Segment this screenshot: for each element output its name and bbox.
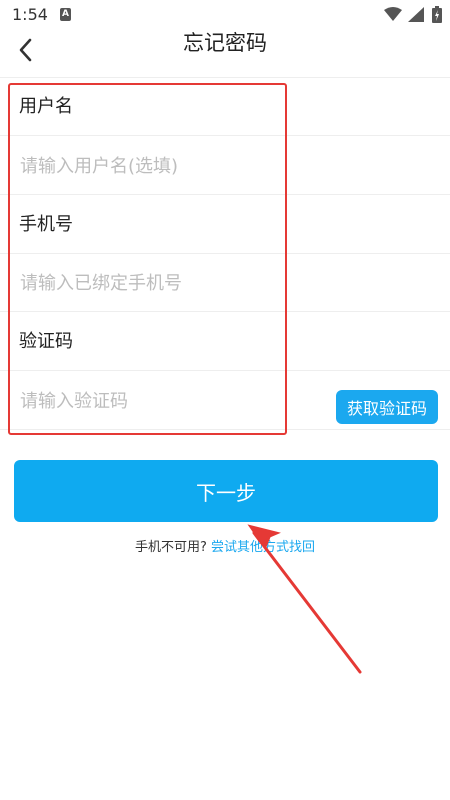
phone-input[interactable] xyxy=(14,262,314,304)
get-code-button[interactable]: 获取验证码 xyxy=(336,390,438,424)
wifi-icon xyxy=(384,7,402,21)
code-label-row: 验证码 xyxy=(0,313,450,371)
phone-label: 手机号 xyxy=(19,214,73,235)
username-label: 用户名 xyxy=(19,96,73,117)
phone-input-row xyxy=(0,254,450,312)
page-title: 忘记密码 xyxy=(183,31,267,55)
phone-label-row: 手机号 xyxy=(0,196,450,254)
code-input[interactable] xyxy=(14,380,314,422)
username-input[interactable] xyxy=(14,145,314,187)
signal-icon xyxy=(408,7,424,22)
code-label: 验证码 xyxy=(19,331,73,352)
alt-recovery-link[interactable]: 尝试其他方式找回 xyxy=(211,540,315,555)
status-bar: 1:54 A xyxy=(0,0,450,30)
username-label-row: 用户名 xyxy=(0,78,450,136)
notification-a-icon: A xyxy=(60,8,71,21)
title-bar: 忘记密码 xyxy=(0,30,450,78)
next-step-button[interactable]: 下一步 xyxy=(14,460,438,522)
status-time: 1:54 xyxy=(12,5,48,24)
battery-icon xyxy=(432,6,442,23)
alt-recovery-line: 手机不可用? 尝试其他方式找回 xyxy=(0,536,450,555)
username-input-row xyxy=(0,137,450,195)
alt-recovery-text: 手机不可用? xyxy=(134,540,207,555)
